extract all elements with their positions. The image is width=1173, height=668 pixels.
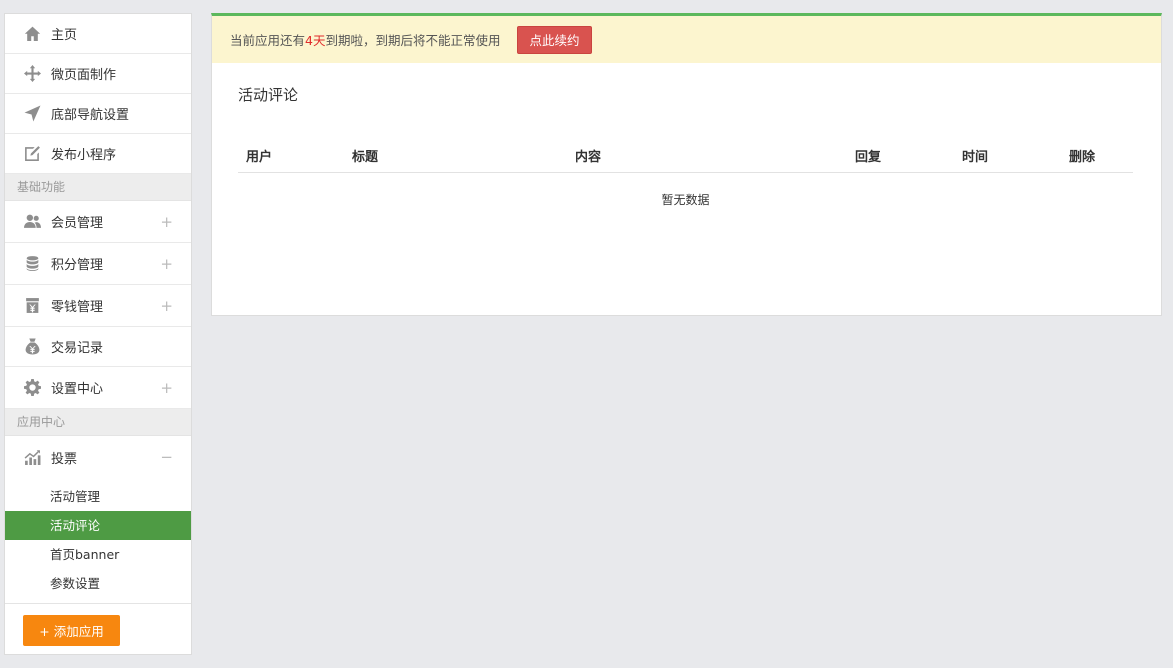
column-header-delete: 删除 [1061,138,1133,173]
sidebar-item-settings[interactable]: 设置中心 + [5,367,191,409]
sidebar-item-transactions[interactable]: 交易记录 [5,327,191,367]
expand-icon[interactable]: + [160,379,173,397]
submenu-item-parameters[interactable]: 参数设置 [5,569,191,598]
sidebar-item-label: 微页面制作 [51,68,117,83]
navigation-arrow-icon [23,105,41,123]
users-icon [23,213,41,231]
expand-icon[interactable]: + [160,297,173,315]
notice-days: 4天 [305,33,326,48]
main-panel: 当前应用还有 4天 到期啦，到期后将不能正常使用 点此续约 活动评论 用户 标题 内… [211,13,1162,316]
expand-icon[interactable]: + [160,213,173,231]
sidebar-item-label: 发布小程序 [51,148,117,163]
column-header-content: 内容 [567,138,847,173]
sidebar-item-label: 设置中心 [51,382,104,397]
submenu-item-activity-manage[interactable]: 活动管理 [5,482,191,511]
add-app-button[interactable]: + 添加应用 [23,615,120,646]
sidebar-item-label: 积分管理 [51,258,104,273]
notice-suffix: 到期啦，到期后将不能正常使用 [325,33,501,48]
home-icon [23,25,41,43]
renew-button[interactable]: 点此续约 [517,25,592,54]
database-icon [23,255,41,273]
sidebar-item-publish[interactable]: 发布小程序 [5,134,191,174]
gear-icon [23,379,41,397]
sidebar-item-bottom-nav[interactable]: 底部导航设置 [5,94,191,134]
comments-table: 用户 标题 内容 回复 时间 删除 暂无数据 [238,138,1133,225]
submenu-item-home-banner[interactable]: 首页banner [5,540,191,569]
submenu-item-activity-comments[interactable]: 活动评论 [5,511,191,540]
sidebar-item-label: 底部导航设置 [51,108,130,123]
collapse-icon[interactable]: − [160,448,173,466]
expand-icon[interactable]: + [160,255,173,273]
sidebar: 主页 微页面制作 底部导航设置 发布小程序 基础功能 会员管理 + 积分管理 + [4,13,192,655]
page-title: 活动评论 [238,86,299,104]
notice-prefix: 当前应用还有 [230,33,306,48]
sidebar-item-label: 交易记录 [51,341,104,356]
sidebar-item-label: 会员管理 [51,216,104,231]
column-header-title: 标题 [344,138,567,173]
sidebar-item-label: 零钱管理 [51,300,104,315]
column-header-reply: 回复 [847,138,954,173]
wallet-icon [23,297,41,315]
edit-icon [23,145,41,163]
vote-submenu: 活动管理 活动评论 首页banner 参数设置 [5,478,191,604]
section-header-apps: 应用中心 [5,409,191,436]
sidebar-item-home[interactable]: 主页 [5,14,191,54]
money-bag-icon [23,338,41,356]
sidebar-item-points[interactable]: 积分管理 + [5,243,191,285]
sidebar-item-label: 投票 [51,451,78,467]
empty-state-text: 暂无数据 [661,192,710,207]
column-header-user: 用户 [238,138,344,173]
sidebar-item-micro-page[interactable]: 微页面制作 [5,54,191,94]
table-header-row: 用户 标题 内容 回复 时间 删除 [238,138,1133,173]
table-row: 暂无数据 [238,173,1133,226]
column-header-time: 时间 [954,138,1061,173]
sidebar-item-vote[interactable]: 投票 − [5,436,191,478]
sidebar-item-label: 主页 [51,28,78,43]
sidebar-item-members[interactable]: 会员管理 + [5,201,191,243]
sidebar-item-wallet[interactable]: 零钱管理 + [5,285,191,327]
move-icon [23,65,41,83]
section-header-basic: 基础功能 [5,174,191,201]
expiry-notice: 当前应用还有 4天 到期啦，到期后将不能正常使用 点此续约 [212,16,1161,63]
bar-chart-icon [23,448,41,466]
